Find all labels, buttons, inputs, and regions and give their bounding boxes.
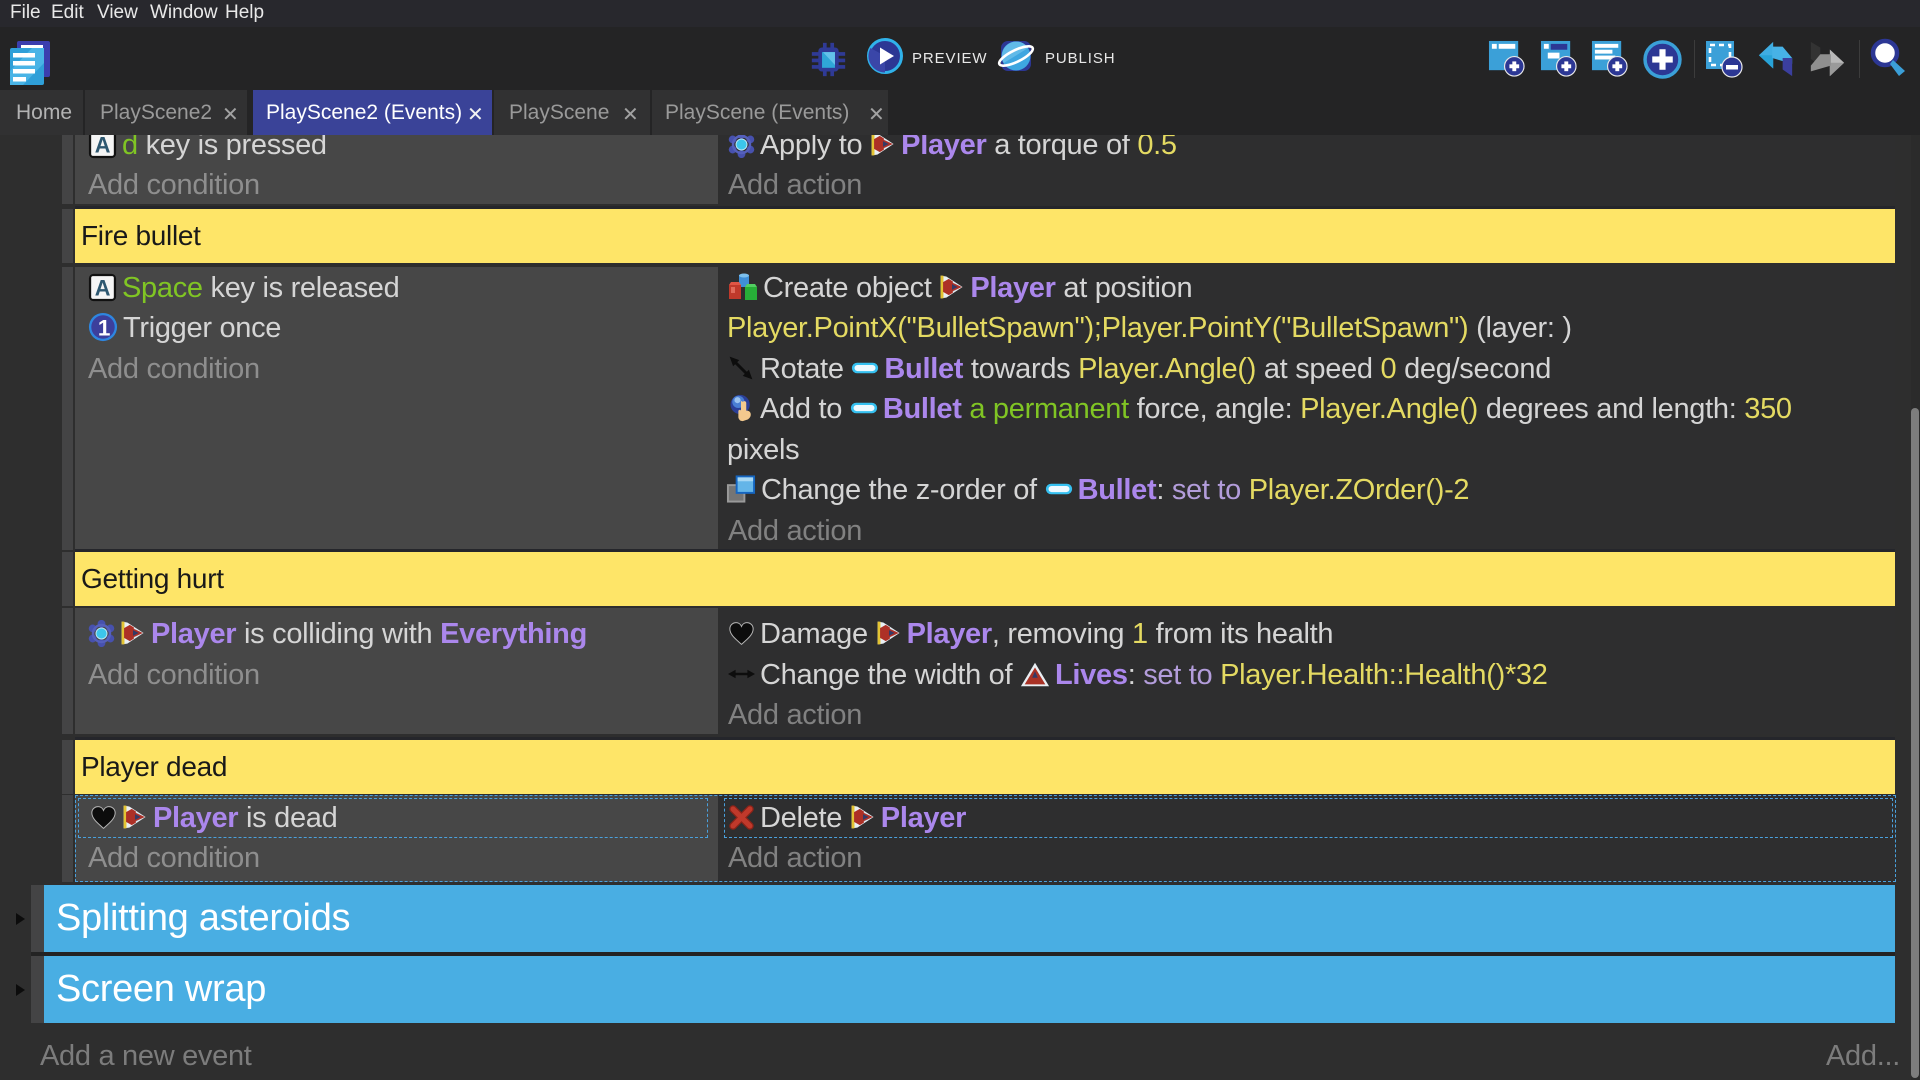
svg-text:A: A	[95, 276, 111, 301]
svg-text:A: A	[95, 133, 111, 158]
svg-text:1: 1	[98, 316, 110, 341]
